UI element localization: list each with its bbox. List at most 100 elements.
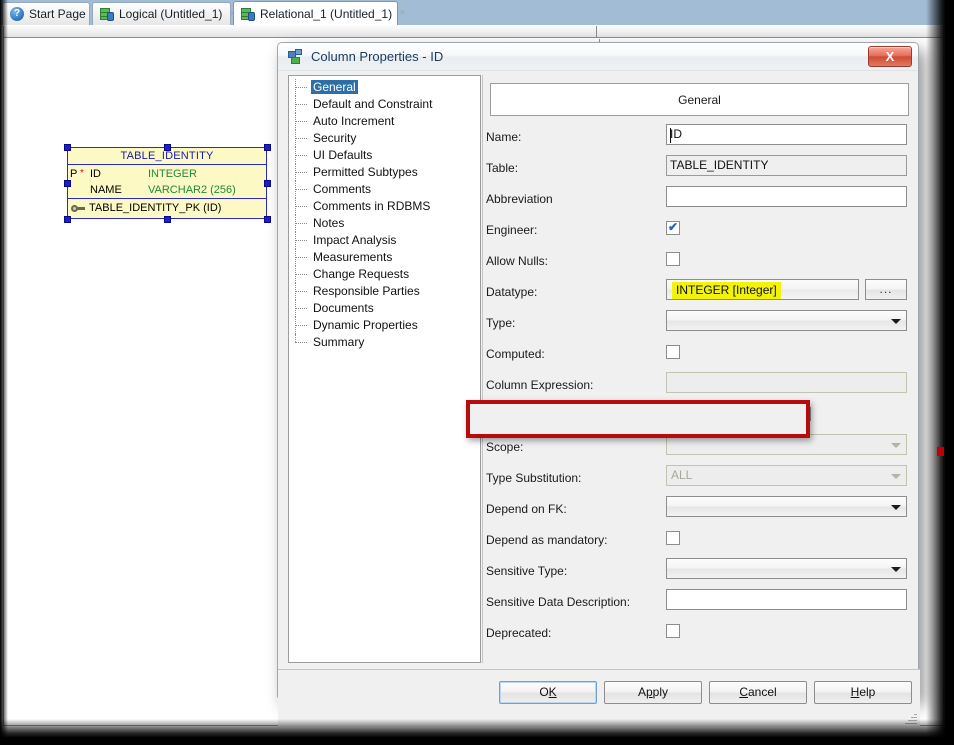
help-circle-icon: ? xyxy=(10,7,24,21)
close-icon[interactable]: X xyxy=(868,46,912,67)
column-name: NAME xyxy=(90,184,122,196)
dialog-nav-tree[interactable]: General Default and Constraint Auto Incr… xyxy=(288,75,481,663)
resize-handle-n[interactable] xyxy=(164,144,171,151)
tab-start-page[interactable]: ? Start Page × xyxy=(2,2,99,25)
field-row-name: Name: ID xyxy=(486,124,908,155)
sensitive-type-label: Sensitive Type: xyxy=(486,564,568,578)
chevron-down-icon xyxy=(891,567,901,572)
resize-grip[interactable] xyxy=(905,712,917,724)
tree-item-responsible-parties[interactable]: Responsible Parties xyxy=(289,283,480,300)
dialog-footer: OK Apply Cancel Help xyxy=(278,669,920,727)
entity-column-row[interactable]: P * ID INTEGER xyxy=(70,166,266,182)
dialog-title: Column Properties - ID xyxy=(311,49,444,64)
apply-button[interactable]: Apply xyxy=(604,681,702,704)
engineer-checkbox[interactable] xyxy=(666,219,680,235)
tree-item-general[interactable]: General xyxy=(289,79,480,96)
sensitive-data-description-input[interactable] xyxy=(666,589,907,610)
chevron-down-icon xyxy=(891,319,901,324)
tab-label: Logical (Untitled_1) xyxy=(119,7,223,21)
type-substitution-value: ALL xyxy=(671,468,693,482)
entity-column-row[interactable]: NAME VARCHAR2 (256) xyxy=(70,182,266,198)
tree-item-label: UI Defaults xyxy=(313,148,373,162)
tree-item-label: Auto Increment xyxy=(313,114,395,128)
datatype-value: INTEGER [Integer] xyxy=(672,282,781,299)
tree-item-security[interactable]: Security xyxy=(289,130,480,147)
section-header: General xyxy=(490,83,909,116)
tab-logical[interactable]: Logical (Untitled_1) × xyxy=(92,2,236,25)
toolbar-divider xyxy=(596,26,597,38)
btn-text: elp xyxy=(859,685,876,699)
mandatory-marker xyxy=(80,182,90,198)
btn-text: A xyxy=(637,685,646,699)
edge-marker xyxy=(937,447,944,456)
tree-item-summary[interactable]: Summary xyxy=(289,334,480,351)
type-substitution-label: Type Substitution: xyxy=(486,471,582,485)
datatype-label: Datatype: xyxy=(486,285,538,299)
resize-handle-se[interactable] xyxy=(264,216,271,223)
field-row-table: Table: TABLE_IDENTITY xyxy=(486,155,908,186)
resize-handle-e[interactable] xyxy=(264,180,271,187)
datatype-field[interactable]: INTEGER [Integer] xyxy=(666,279,859,300)
field-row-computed: Computed: xyxy=(486,341,908,372)
primary-key-label: TABLE_IDENTITY_PK (ID) xyxy=(89,202,222,214)
btn-text: O xyxy=(539,685,549,699)
resize-handle-ne[interactable] xyxy=(264,144,271,151)
abbreviation-label: Abbreviation xyxy=(486,192,553,206)
deprecated-checkbox[interactable] xyxy=(666,624,680,638)
tree-item-label: Responsible Parties xyxy=(313,284,420,298)
entity-table-identity[interactable]: TABLE_IDENTITY P * ID INTEGER NAME VARCH… xyxy=(64,144,271,223)
tree-item-change-requests[interactable]: Change Requests xyxy=(289,266,480,283)
allow-nulls-label: Allow Nulls: xyxy=(486,254,549,268)
btn-mnemonic: C xyxy=(739,685,748,699)
btn-mnemonic: p xyxy=(645,685,653,699)
model-icon xyxy=(100,7,114,21)
field-row-type: Type: xyxy=(486,310,908,341)
entity-columns: P * ID INTEGER NAME VARCHAR2 (256) xyxy=(68,165,266,199)
resize-handle-w[interactable] xyxy=(64,180,71,187)
depend-on-fk-select[interactable] xyxy=(666,496,907,517)
chevron-down-icon xyxy=(891,474,901,479)
dialog-titlebar[interactable]: Column Properties - ID X xyxy=(278,43,918,71)
name-input[interactable]: ID xyxy=(666,124,907,145)
allow-nulls-checkbox[interactable] xyxy=(666,252,680,266)
cancel-button[interactable]: Cancel xyxy=(709,681,807,704)
tree-item-auto-increment[interactable]: Auto Increment xyxy=(289,113,480,130)
tree-item-notes[interactable]: Notes xyxy=(289,215,480,232)
tree-item-label: Notes xyxy=(313,216,345,230)
resize-handle-nw[interactable] xyxy=(64,144,71,151)
abbreviation-input[interactable] xyxy=(666,186,907,207)
tree-item-label: Change Requests xyxy=(313,267,410,281)
depend-as-mandatory-checkbox[interactable] xyxy=(666,531,680,545)
help-button[interactable]: Help xyxy=(814,681,912,704)
chevron-down-icon xyxy=(891,505,901,510)
tree-item-label: Comments in RDBMS xyxy=(313,199,431,213)
ok-button[interactable]: OK xyxy=(499,681,597,704)
sensitive-type-select[interactable] xyxy=(666,558,907,579)
tab-close-icon[interactable]: × xyxy=(397,8,405,19)
tree-item-permitted-subtypes[interactable]: Permitted Subtypes xyxy=(289,164,480,181)
datatype-browse-button[interactable]: ... xyxy=(865,279,907,300)
tree-item-label: Security xyxy=(313,131,357,145)
btn-mnemonic: K xyxy=(548,685,557,699)
tree-item-impact-analysis[interactable]: Impact Analysis xyxy=(289,232,480,249)
field-row-deprecated: Deprecated: xyxy=(486,620,908,651)
scope-select xyxy=(666,434,907,455)
tree-item-documents[interactable]: Documents xyxy=(289,300,480,317)
computed-checkbox[interactable] xyxy=(666,345,680,359)
resize-handle-s[interactable] xyxy=(164,216,171,223)
column-properties-dialog[interactable]: Column Properties - ID X General Default… xyxy=(277,42,920,727)
tree-item-comments[interactable]: Comments xyxy=(289,181,480,198)
resize-handle-sw[interactable] xyxy=(64,216,71,223)
tree-item-default-and-constraint[interactable]: Default and Constraint xyxy=(289,96,480,113)
depend-as-mandatory-label: Depend as mandatory: xyxy=(486,533,608,547)
field-row-depend-on-fk: Depend on FK: xyxy=(486,496,908,527)
scope-label: Scope: xyxy=(486,440,524,454)
type-select[interactable] xyxy=(666,310,907,331)
tree-item-ui-defaults[interactable]: UI Defaults xyxy=(289,147,480,164)
tab-label: Start Page xyxy=(29,7,86,21)
tree-item-measurements[interactable]: Measurements xyxy=(289,249,480,266)
tree-item-dynamic-properties[interactable]: Dynamic Properties xyxy=(289,317,480,334)
tree-item-comments-in-rdbms[interactable]: Comments in RDBMS xyxy=(289,198,480,215)
column-expression-input xyxy=(666,372,907,393)
tab-relational-1[interactable]: Relational_1 (Untitled_1) × xyxy=(233,1,406,25)
